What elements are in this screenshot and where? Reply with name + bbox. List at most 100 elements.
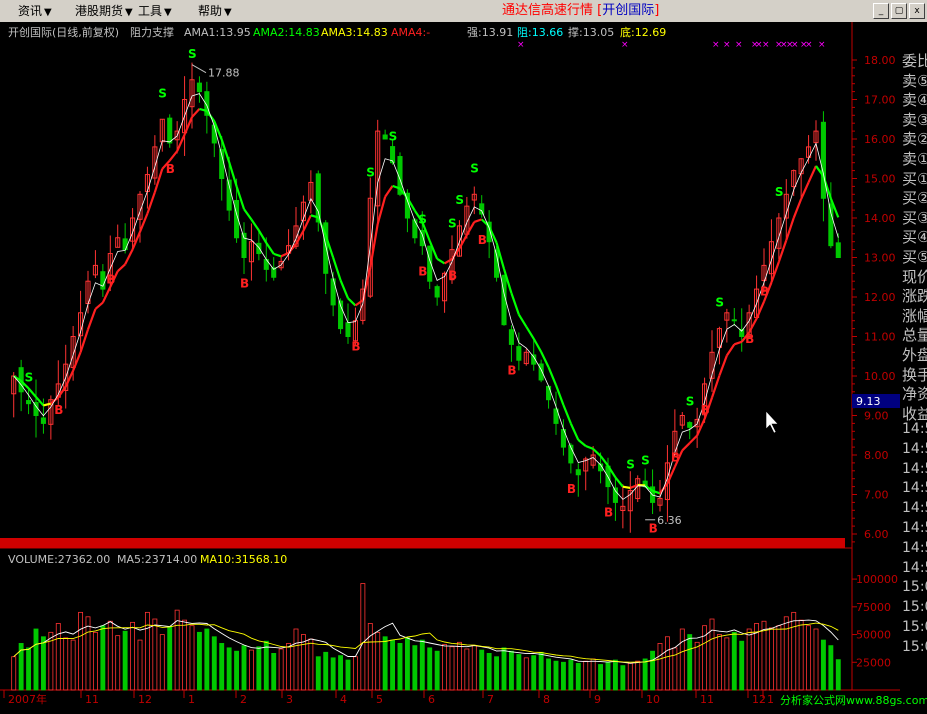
chevron-down-icon: ▼ xyxy=(44,7,52,18)
buy-signal: B xyxy=(604,506,613,520)
maximize-icon: ▢ xyxy=(894,6,904,16)
volume-bar xyxy=(397,643,403,691)
kline-chart[interactable]: 开创国际(日线,前复权) 阻力支撑 AMA1:13.95 AMA2:14.83 … xyxy=(0,22,900,714)
quote-field-label: 换手 xyxy=(902,365,927,384)
volume-bar xyxy=(501,647,507,691)
candle-body xyxy=(315,173,321,223)
tick-time: 14:5 xyxy=(902,480,927,497)
candle-body xyxy=(382,134,388,140)
sell-signal: S xyxy=(188,47,197,61)
date-label: 11 xyxy=(85,693,99,706)
top-marker: × xyxy=(621,40,629,50)
ama4-value: AMA4:- xyxy=(391,26,430,39)
buy-signal: B xyxy=(54,403,63,417)
candle-body xyxy=(835,242,841,258)
volume-bar xyxy=(650,650,656,691)
price-tick-label: 13.00 xyxy=(864,252,896,265)
buy-signal: B xyxy=(240,277,249,291)
volume-bar xyxy=(315,656,321,691)
candle-body xyxy=(508,329,514,345)
volume-bar xyxy=(211,636,217,691)
close-icon: x xyxy=(914,6,920,16)
top-marker: × xyxy=(712,40,720,50)
volume-bar xyxy=(820,639,826,691)
tick-time: 14:5 xyxy=(902,559,927,576)
candle-body xyxy=(575,469,581,476)
candle-body xyxy=(516,346,522,361)
volume-bar xyxy=(494,656,500,691)
volume-bar xyxy=(382,636,388,691)
app-title-stock-name: 开创国际 xyxy=(602,3,655,18)
buy-signal: B xyxy=(166,162,175,176)
indicator-name: 阻力支撑 xyxy=(130,25,174,39)
date-label: 6 xyxy=(428,693,435,706)
quote-field-label: 总量 xyxy=(902,326,927,345)
sell-signal: S xyxy=(775,185,784,199)
volume-bar xyxy=(338,655,344,691)
chevron-down-icon: ▼ xyxy=(164,7,172,18)
quote-field-label: 买① xyxy=(902,169,927,188)
volume-bar xyxy=(196,631,202,691)
price-tick-label: 11.00 xyxy=(864,331,896,344)
volume-bar xyxy=(40,636,46,691)
sell-signal: S xyxy=(366,165,375,179)
quote-field-label: 涨幅 xyxy=(902,306,927,325)
volume-bar xyxy=(404,637,410,691)
volume-bar xyxy=(390,639,396,691)
volume-bar xyxy=(33,628,39,691)
minimize-button[interactable]: _ xyxy=(873,3,889,19)
volume-bar xyxy=(271,653,277,691)
price-tick-label: 8.00 xyxy=(864,449,889,462)
minimize-icon: _ xyxy=(878,6,884,16)
volume-bar xyxy=(553,660,559,691)
ama1-value: AMA1:13.95 xyxy=(184,26,251,39)
quote-field-label: 净资 xyxy=(902,385,927,404)
quote-field-label: 涨跌 xyxy=(902,287,927,306)
tick-time: 14:5 xyxy=(902,520,927,536)
menu-label: 工具 xyxy=(138,4,163,18)
strong-level: 强:13.91 xyxy=(467,26,513,39)
menu-item-hk-futures[interactable]: 港股期货 ▼ xyxy=(75,3,133,19)
tick-time: 14:5 xyxy=(902,500,927,517)
menu-item-news[interactable]: 资讯 ▼ xyxy=(18,3,52,19)
volume-bar xyxy=(263,640,269,691)
candle-body xyxy=(122,238,128,251)
date-label: 11 xyxy=(700,693,714,706)
candle-body xyxy=(211,124,217,144)
menu-item-help[interactable]: 帮助 ▼ xyxy=(198,3,232,19)
menu-label: 帮助 xyxy=(198,4,223,18)
volume-bar xyxy=(412,645,418,691)
volume-bar xyxy=(122,630,128,691)
sell-signal: S xyxy=(389,130,398,144)
sell-signal: S xyxy=(626,458,635,472)
app-title: 通达信高速行情 [开创国际] xyxy=(502,3,659,19)
support-band xyxy=(0,538,845,548)
top-marker: × xyxy=(762,40,770,50)
date-label: 1 xyxy=(188,693,195,706)
price-tick-label: 15.00 xyxy=(864,173,896,186)
menu-label: 港股期货 xyxy=(75,4,124,18)
candle-body xyxy=(731,319,737,322)
buy-signal: B xyxy=(106,273,115,287)
maximize-button[interactable]: ▢ xyxy=(891,3,907,19)
price-tick-label: 6.00 xyxy=(864,528,889,541)
sell-signal: S xyxy=(448,217,457,231)
menu-item-tools[interactable]: 工具 ▼ xyxy=(138,3,172,19)
volume-bar xyxy=(479,649,485,691)
quote-field-label: 卖③ xyxy=(902,110,927,129)
buy-signal: B xyxy=(567,482,576,496)
price-tick-label: 14.00 xyxy=(864,212,896,225)
volume-header: VOLUME:27362.00 MA5:23714.00 MA10:31568.… xyxy=(8,553,287,566)
quote-panel: 委比 卖⑤ 卖④ 卖③ 卖② 卖① 买① 买② 买③ 买④ 买⑤ 现价 涨跌 涨幅 总量 外盘 换手 净资 收益 14… xyxy=(900,22,927,714)
volume-bar xyxy=(835,659,841,691)
chevron-down-icon: ▼ xyxy=(125,7,133,18)
sell-signal: S xyxy=(455,193,464,207)
candle-body xyxy=(40,417,46,424)
quote-field-label: 卖② xyxy=(902,130,927,149)
support-level: 撑:13.05 xyxy=(568,25,614,39)
candle-body xyxy=(820,121,826,199)
buy-signal: B xyxy=(351,340,360,354)
candle-body xyxy=(412,219,418,239)
volume-bar xyxy=(531,655,537,691)
close-button[interactable]: x xyxy=(909,3,925,19)
